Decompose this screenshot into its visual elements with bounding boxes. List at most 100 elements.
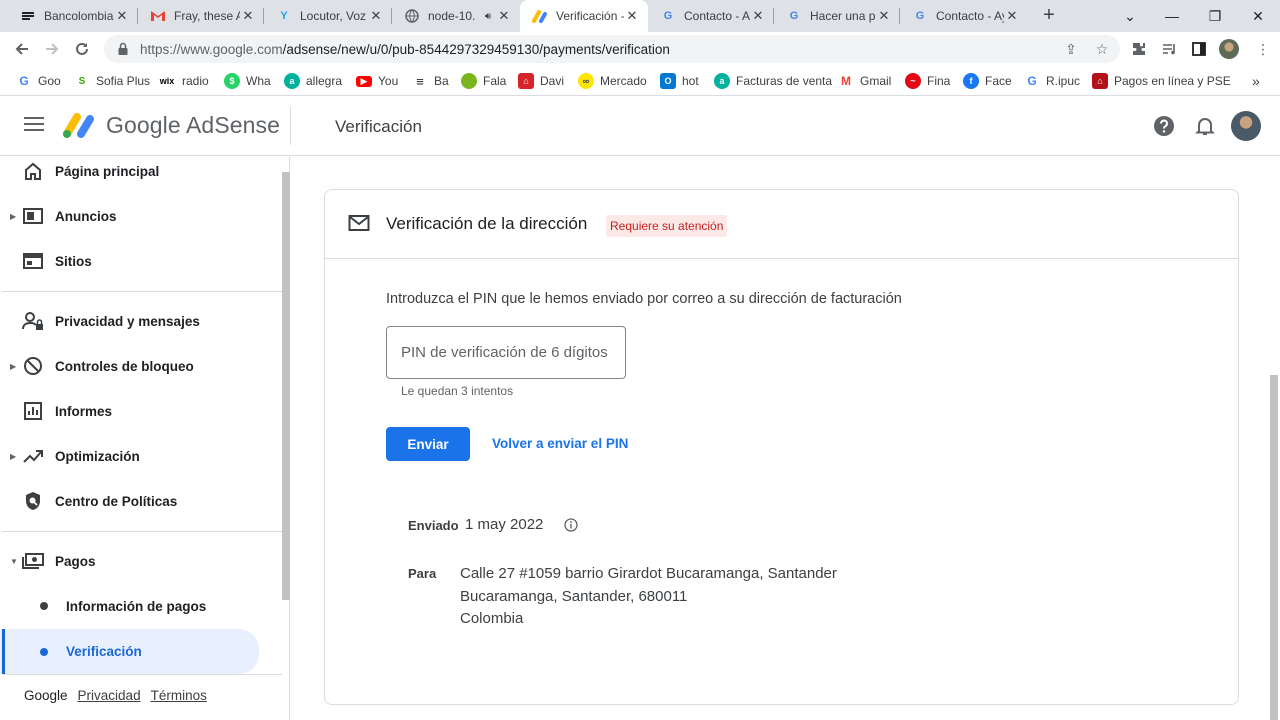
bookmark-item[interactable]: ⌂ Davi <box>518 71 564 91</box>
bookmark-star-icon[interactable]: ☆ <box>1093 40 1111 58</box>
sidebar-scrollbar[interactable] <box>282 172 290 600</box>
bookmark-item[interactable]: ∞ Mercado <box>578 71 647 91</box>
browser-toolbar: https://www.google.com/adsense/new/u/0/p… <box>0 32 1280 66</box>
restore-button[interactable]: ❐ <box>1195 0 1235 32</box>
whatsapp-icon: $ <box>224 73 240 89</box>
tab-hacer[interactable]: G Hacer una pr ✕ <box>774 0 900 32</box>
share-icon[interactable]: ⇪ <box>1062 40 1080 58</box>
menu-dots-icon[interactable]: ⋮ <box>1253 39 1273 59</box>
expand-caret-icon[interactable]: ▶ <box>10 212 16 221</box>
notifications-bell-icon[interactable] <box>1194 115 1216 137</box>
sidebar-item-payments[interactable]: ▼ Pagos <box>0 541 282 581</box>
tab-search-icon[interactable]: ⌄ <box>1110 0 1150 32</box>
side-panel-icon[interactable] <box>1189 39 1209 59</box>
main-scrollbar[interactable] <box>1270 375 1278 720</box>
sidebar-item-block-controls[interactable]: ▶ Controles de bloqueo <box>0 346 282 386</box>
close-icon[interactable]: ✕ <box>496 8 512 24</box>
bookmark-item[interactable]: f Face <box>963 71 1012 91</box>
address-line-1: Calle 27 #1059 barrio Girardot Bucaraman… <box>460 565 837 582</box>
sidebar-item-policy-center[interactable]: Centro de Políticas <box>0 481 282 521</box>
terms-link[interactable]: Términos <box>151 688 207 703</box>
tab-contacto-2[interactable]: G Contacto - Ay ✕ <box>900 0 1028 32</box>
sidebar-item-verification[interactable]: Verificación <box>0 629 259 674</box>
help-icon[interactable] <box>1153 115 1175 137</box>
privacy-link[interactable]: Privacidad <box>78 688 141 703</box>
close-icon[interactable]: ✕ <box>750 8 766 24</box>
tab-bancolombia[interactable]: Bancolombia ✕ <box>8 0 138 32</box>
media-control-icon[interactable] <box>1159 39 1179 59</box>
extensions-icon[interactable] <box>1129 39 1149 59</box>
bookmark-item[interactable]: ▶ You <box>356 71 398 91</box>
close-icon[interactable]: ✕ <box>114 8 130 24</box>
home-icon <box>22 160 44 182</box>
tab-gmail[interactable]: Fray, these Ad ✕ <box>138 0 264 32</box>
bookmark-item[interactable]: M Gmail <box>838 71 891 91</box>
address-bar[interactable]: https://www.google.com/adsense/new/u/0/p… <box>104 35 1120 63</box>
account-avatar[interactable] <box>1231 111 1261 141</box>
reload-button[interactable] <box>70 37 94 61</box>
bookmark-item[interactable]: Ohot <box>660 71 699 91</box>
finagro-icon: ~ <box>905 73 921 89</box>
bookmark-item[interactable]: a allegra <box>284 71 342 91</box>
tab-node[interactable]: node-10. 🔊︎ ✕ <box>392 0 520 32</box>
tab-locutor[interactable]: Y Locutor, Voz d ✕ <box>264 0 392 32</box>
bookmark-item[interactable]: S Sofia Plus <box>74 71 150 91</box>
bookmark-item[interactable]: Fala <box>461 71 506 91</box>
bookmark-item[interactable]: wix radio <box>158 71 209 91</box>
sidebar-item-privacy[interactable]: Privacidad y mensajes <box>0 301 282 341</box>
close-window-button[interactable]: ✕ <box>1238 0 1278 32</box>
sidebar-item-ads[interactable]: ▶ Anuncios <box>0 196 282 236</box>
bookmarks-bar: G Goo S Sofia Plus wix radio $ Wha a allegra … <box>0 66 1280 96</box>
back-button[interactable] <box>10 37 34 61</box>
pin-input[interactable] <box>386 326 626 379</box>
bookmark-item[interactable]: ~ Fina <box>905 71 950 91</box>
profile-avatar-icon[interactable] <box>1219 39 1239 59</box>
bookmark-item[interactable]: ≡ Ba <box>412 71 449 91</box>
url-text: https://www.google.com/adsense/new/u/0/p… <box>140 41 670 57</box>
bookmark-item[interactable]: $ Wha <box>224 71 271 91</box>
outlook-icon: O <box>660 73 676 89</box>
close-icon[interactable]: ✕ <box>240 8 256 24</box>
expand-caret-icon[interactable]: ▶ <box>10 362 16 371</box>
minimize-button[interactable]: — <box>1152 0 1192 32</box>
divider <box>2 674 282 675</box>
send-button[interactable]: Enviar <box>386 427 470 461</box>
mail-icon <box>348 215 370 231</box>
bookmark-item[interactable]: a Facturas de venta <box>714 71 832 91</box>
collapse-caret-icon[interactable]: ▼ <box>10 557 18 566</box>
ads-icon <box>22 205 44 227</box>
bookmark-item[interactable]: G R.ipuc <box>1024 71 1080 91</box>
selected-indicator <box>2 629 5 674</box>
close-icon[interactable]: ✕ <box>368 8 384 24</box>
adsense-icon <box>532 8 548 24</box>
forward-button[interactable] <box>40 37 64 61</box>
google-icon: G <box>16 73 32 89</box>
close-icon[interactable]: ✕ <box>876 8 892 24</box>
audio-icon[interactable]: 🔊︎ <box>480 8 496 24</box>
close-icon[interactable]: ✕ <box>1004 8 1020 24</box>
hamburger-menu-icon[interactable] <box>24 117 44 135</box>
more-bookmarks-icon[interactable]: » <box>1252 71 1260 91</box>
instruction-text: Introduzca el PIN que le hemos enviado p… <box>386 291 902 307</box>
divider <box>2 531 282 532</box>
sidebar-item-optimization[interactable]: ▶ Optimización <box>0 436 282 476</box>
sidebar-item-payment-info[interactable]: Información de pagos <box>0 586 282 626</box>
policy-icon <box>22 490 44 512</box>
lock-icon <box>118 42 128 55</box>
tab-contacto-1[interactable]: G Contacto - Ay ✕ <box>648 0 774 32</box>
gmail-icon <box>150 8 166 24</box>
tab-title: Contacto - Ay <box>684 9 750 23</box>
close-icon[interactable]: ✕ <box>624 8 640 24</box>
sidebar-item-sites[interactable]: Sitios <box>0 241 282 281</box>
sidebar-item-reports[interactable]: Informes <box>0 391 282 431</box>
bookmark-item[interactable]: G Goo <box>16 71 61 91</box>
allegra-icon: a <box>714 73 730 89</box>
tab-verificacion[interactable]: Verificación - ✕ <box>520 0 648 32</box>
sidebar-item-home[interactable]: Página principal <box>0 151 282 191</box>
info-icon[interactable] <box>564 518 578 532</box>
resend-pin-link[interactable]: Volver a enviar el PIN <box>492 436 628 451</box>
youtube-icon: ▶ <box>356 75 372 87</box>
new-tab-button[interactable]: + <box>1038 4 1060 26</box>
expand-caret-icon[interactable]: ▶ <box>10 452 16 461</box>
bookmark-item[interactable]: ⌂ Pagos en línea y PSE <box>1092 71 1231 91</box>
